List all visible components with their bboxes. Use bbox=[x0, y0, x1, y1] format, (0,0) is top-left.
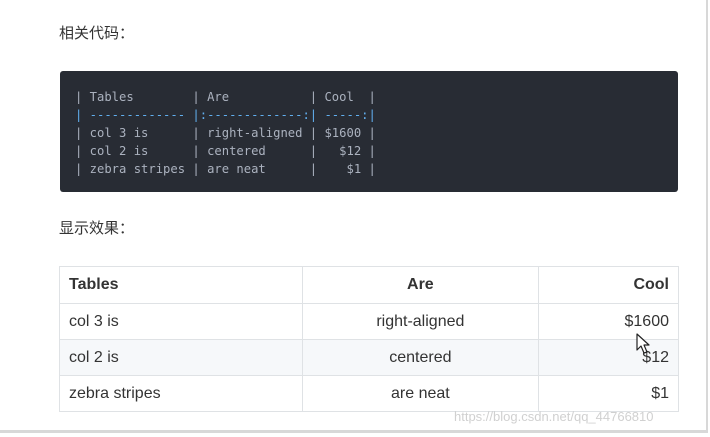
code-line: | col 2 is | centered | $12 | bbox=[75, 144, 376, 158]
table-cell: zebra stripes bbox=[59, 375, 303, 412]
table-row: col 3 is right-aligned $1600 bbox=[59, 303, 679, 340]
table-cell: $1600 bbox=[538, 303, 679, 340]
code-line: | zebra stripes | are neat | $1 | bbox=[75, 162, 376, 176]
table-cell: centered bbox=[301, 339, 540, 376]
table-cell: are neat bbox=[301, 375, 540, 412]
result-section-heading: 显示效果： bbox=[59, 219, 135, 237]
table-cell: col 2 is bbox=[59, 339, 303, 376]
code-block: | Tables | Are | Cool | | ------------- … bbox=[60, 71, 678, 192]
watermark: https://blog.csdn.net/qq_44766810 bbox=[454, 409, 654, 424]
rendered-table: Tables Are Cool col 3 is right-aligned $… bbox=[59, 266, 679, 412]
code-line-separator: | ------------- |:-------------:| -----:… bbox=[75, 108, 376, 122]
header-tables: Tables bbox=[59, 266, 303, 304]
table-cell: col 3 is bbox=[59, 303, 303, 340]
table-row: col 2 is centered $12 bbox=[59, 339, 679, 376]
code-section-heading: 相关代码： bbox=[59, 24, 135, 42]
table-cell: $1 bbox=[538, 375, 679, 412]
code-line: | col 3 is | right-aligned | $1600 | bbox=[75, 126, 376, 140]
mouse-cursor-icon bbox=[636, 333, 650, 354]
table-cell: $12 bbox=[538, 339, 679, 376]
header-are: Are bbox=[301, 266, 540, 304]
header-cool: Cool bbox=[538, 266, 679, 304]
table-row: zebra stripes are neat $1 bbox=[59, 375, 679, 412]
table-cell: right-aligned bbox=[301, 303, 540, 340]
code-line: | Tables | Are | Cool | bbox=[75, 90, 376, 104]
table-header-row: Tables Are Cool bbox=[59, 266, 679, 304]
